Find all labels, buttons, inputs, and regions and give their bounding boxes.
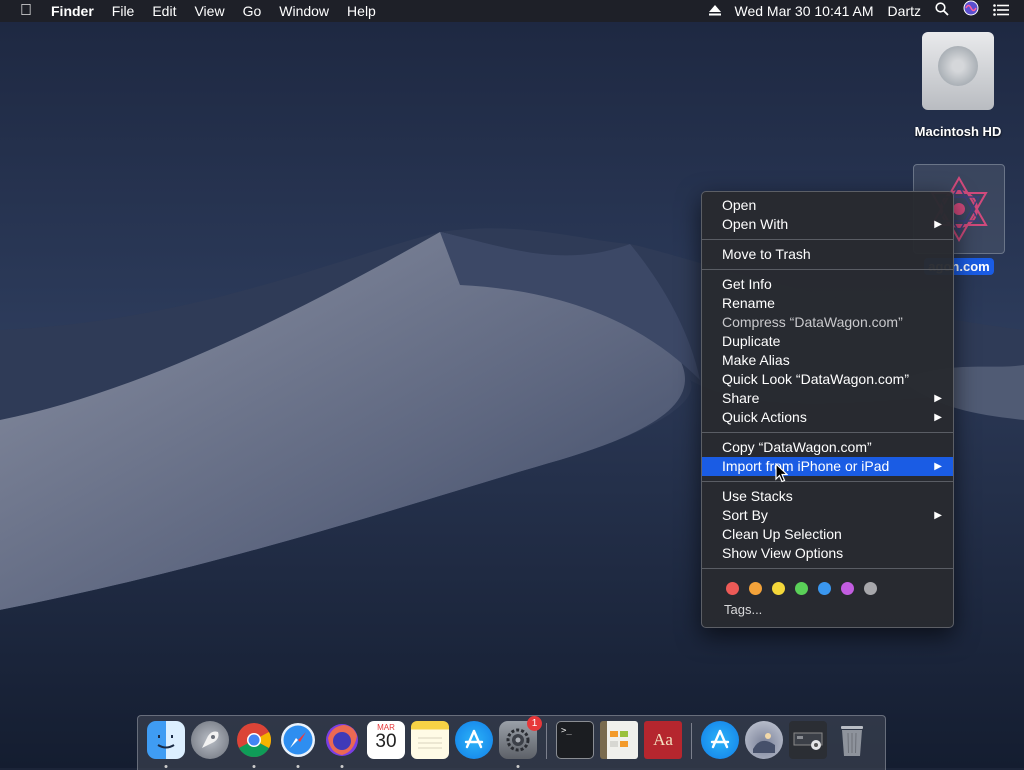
calendar-icon[interactable]: MAR 30: [367, 721, 405, 759]
menu-app-finder[interactable]: Finder: [42, 0, 103, 22]
submenu-arrow-icon: ▶: [934, 510, 942, 521]
submenu-arrow-icon: ▶: [934, 412, 942, 423]
menu-item-copy[interactable]: Copy “DataWagon.com”: [702, 438, 953, 457]
tag-color-purple-icon[interactable]: [841, 582, 854, 595]
firefox-icon[interactable]: [323, 721, 361, 768]
disk-utility-icon[interactable]: [789, 721, 827, 759]
menu-item-open-with[interactable]: Open With ▶: [702, 215, 953, 234]
tag-color-gray-icon[interactable]: [864, 582, 877, 595]
terminal-prompt: >_: [561, 726, 572, 736]
menu-view[interactable]: View: [185, 0, 233, 22]
menu-item-share[interactable]: Share ▶: [702, 389, 953, 408]
menu-item-tags[interactable]: Tags...: [702, 599, 953, 620]
menu-item-move-to-trash[interactable]: Move to Trash: [702, 245, 953, 264]
menu-item-duplicate[interactable]: Duplicate: [702, 332, 953, 351]
dock: MAR 30 1 >_ Aa: [137, 715, 886, 770]
context-menu: Open Open With ▶ Move to Trash Get Info …: [701, 191, 954, 628]
eject-icon[interactable]: [702, 0, 728, 22]
tag-colors-row: [702, 574, 953, 599]
menubar-clock[interactable]: Wed Mar 30 10:41 AM: [728, 0, 881, 22]
menu-item-quick-look[interactable]: Quick Look “DataWagon.com”: [702, 370, 953, 389]
siri-icon[interactable]: [956, 0, 986, 22]
menu-item-show-view-options[interactable]: Show View Options: [702, 544, 953, 563]
desktop-icon-macintosh-hd[interactable]: Macintosh HD: [908, 32, 1008, 139]
app-store-downloads-icon[interactable]: [701, 721, 739, 759]
menu-item-label: Open With: [722, 216, 789, 232]
menu-item-clean-up-selection[interactable]: Clean Up Selection: [702, 525, 953, 544]
menu-item-label: Quick Actions: [722, 409, 807, 425]
menu-item-use-stacks[interactable]: Use Stacks: [702, 487, 953, 506]
trash-icon[interactable]: [833, 721, 871, 759]
menu-file[interactable]: File: [103, 0, 144, 22]
submenu-arrow-icon: ▶: [934, 219, 942, 230]
dock-separator: [691, 723, 692, 759]
tag-color-blue-icon[interactable]: [818, 582, 831, 595]
menu-bar:  Finder File Edit View Go Window Help W…: [0, 0, 1024, 22]
launchpad-icon[interactable]: [191, 721, 229, 759]
menu-item-quick-actions[interactable]: Quick Actions ▶: [702, 408, 953, 427]
menu-item-make-alias[interactable]: Make Alias: [702, 351, 953, 370]
tag-color-red-icon[interactable]: [726, 582, 739, 595]
menu-item-label: Import from iPhone or iPad: [722, 458, 890, 474]
menu-item-sort-by[interactable]: Sort By ▶: [702, 506, 953, 525]
safari-icon[interactable]: [279, 721, 317, 768]
notification-center-icon[interactable]: [986, 0, 1016, 22]
dictionary-glyph: Aa: [653, 730, 673, 749]
calendar-day: 30: [375, 731, 397, 752]
dictionary-icon[interactable]: Aa: [644, 721, 682, 759]
finder-icon[interactable]: [147, 721, 185, 768]
menu-separator: [702, 481, 953, 482]
chrome-icon[interactable]: [235, 721, 273, 768]
menubar-user-name[interactable]: Dartz: [881, 0, 928, 22]
menu-separator: [702, 432, 953, 433]
desktop-icon-label: Macintosh HD: [914, 124, 1002, 139]
system-preferences-icon[interactable]: 1: [499, 716, 542, 768]
menu-item-get-info[interactable]: Get Info: [702, 275, 953, 294]
submenu-arrow-icon: ▶: [934, 393, 942, 404]
menu-separator: [702, 568, 953, 569]
menu-separator: [702, 239, 953, 240]
tag-color-orange-icon[interactable]: [749, 582, 762, 595]
menu-go[interactable]: Go: [234, 0, 271, 22]
menu-item-import-iphone[interactable]: Import from iPhone or iPad ▶: [702, 457, 953, 476]
menu-item-rename[interactable]: Rename: [702, 294, 953, 313]
tag-color-yellow-icon[interactable]: [772, 582, 785, 595]
menu-item-label: Share: [722, 390, 760, 406]
menu-separator: [702, 269, 953, 270]
menu-item-open[interactable]: Open: [702, 196, 953, 215]
apple-logo-icon[interactable]: : [8, 2, 42, 20]
mouse-pointer-icon: [775, 462, 789, 488]
menu-item-compress[interactable]: Compress “DataWagon.com”: [702, 313, 953, 332]
notification-badge: 1: [527, 716, 542, 731]
app-store-icon[interactable]: [455, 721, 493, 759]
spotlight-search-icon[interactable]: [928, 0, 956, 22]
notes-icon[interactable]: [411, 721, 449, 759]
library-icon[interactable]: [600, 721, 638, 759]
submenu-arrow-icon: ▶: [934, 461, 942, 472]
hard-drive-icon: [922, 32, 994, 110]
terminal-icon[interactable]: >_: [556, 721, 594, 759]
menu-window[interactable]: Window: [270, 0, 338, 22]
user-folder-icon[interactable]: [745, 721, 783, 759]
tag-color-green-icon[interactable]: [795, 582, 808, 595]
dock-separator: [546, 723, 547, 759]
menu-item-label: Sort By: [722, 507, 768, 523]
menu-edit[interactable]: Edit: [143, 0, 185, 22]
menu-help[interactable]: Help: [338, 0, 385, 22]
